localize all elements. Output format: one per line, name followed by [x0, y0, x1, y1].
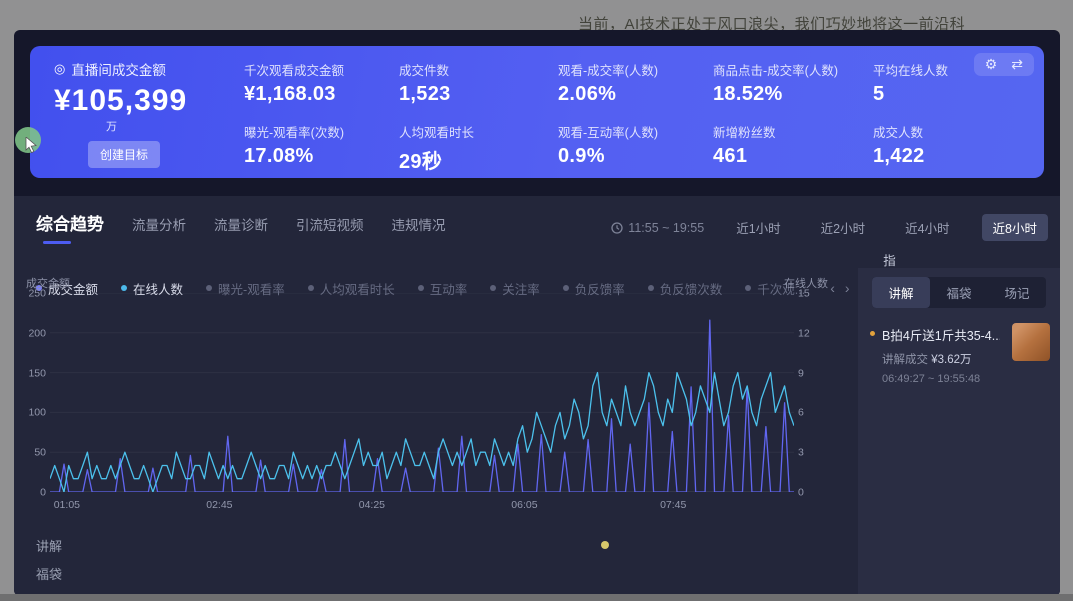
- legend-dot: [418, 285, 424, 291]
- dashboard-panel: ◎ 直播间成交金额 ¥105,399 万 创建目标 千次观看成交金额 ¥1,16…: [14, 30, 1060, 596]
- x-axis-tick-label: 07:45: [660, 499, 686, 511]
- axis-tick-label: 200: [28, 327, 46, 339]
- kpi-column: 平均在线人数 5 成交人数 1,422: [873, 60, 1025, 168]
- side-panel-tabs: 讲解 福袋 场记: [872, 277, 1046, 308]
- legend-dot: [121, 285, 127, 291]
- kpi-main-unit: 万: [106, 118, 244, 134]
- x-axis-tick-label: 01:05: [54, 499, 80, 511]
- left-axis-ticks: 050100150200250: [14, 293, 46, 492]
- swap-icon[interactable]: ⇄: [1011, 56, 1023, 73]
- kpi-metric: 成交件数 1,523: [399, 60, 551, 106]
- kpi-metric: 观看-互动率(人数) 0.9%: [558, 122, 710, 168]
- time-range-row: 11:55 ~ 19:55 近1小时 近2小时 近4小时 近8小时: [611, 214, 1048, 241]
- kpi-metric: 观看-成交率(人数) 2.06%: [558, 60, 710, 106]
- axis-tick-label: 50: [34, 447, 46, 459]
- trend-chart: [50, 293, 794, 492]
- x-axis-tick-label: 06:05: [511, 499, 537, 511]
- gear-icon[interactable]: ⚙: [985, 56, 998, 73]
- right-axis-ticks: 03691215: [798, 293, 828, 492]
- axis-tick-label: 9: [798, 367, 804, 379]
- legend-dot: [745, 285, 751, 291]
- product-deal-value: ¥3.62万: [931, 354, 971, 366]
- legend-prev-icon[interactable]: ‹: [830, 280, 835, 296]
- axis-tick-label: 0: [798, 487, 804, 499]
- kpi-column: 商品点击-成交率(人数) 18.52% 新增粉丝数 461: [713, 60, 865, 168]
- kpi-column: 成交件数 1,523 人均观看时长 29秒: [399, 60, 551, 174]
- kpi-metric: 商品点击-成交率(人数) 18.52%: [713, 60, 865, 106]
- tab-traffic-diagnosis[interactable]: 流量诊断: [214, 214, 268, 243]
- side-panel: 讲解 福袋 场记 B拍4斤送1斤共35-4... 讲解成交 ¥3.62万 06:…: [858, 268, 1060, 596]
- kpi-panel: ◎ 直播间成交金额 ¥105,399 万 创建目标 千次观看成交金额 ¥1,16…: [30, 46, 1044, 178]
- clock-icon: [611, 222, 623, 234]
- mouse-pointer-icon: [25, 137, 39, 153]
- legend-dot: [206, 285, 212, 291]
- kpi-metric: 曝光-观看率(次数) 17.08%: [244, 122, 396, 168]
- bullet-dot-icon: [870, 331, 875, 336]
- product-time-range: 06:49:27 ~ 19:55:48: [882, 373, 1050, 385]
- kpi-metric: 千次观看成交金额 ¥1,168.03: [244, 60, 396, 106]
- tab-composite-trend[interactable]: 综合趋势: [36, 210, 104, 244]
- screen: 当前，AI技术正处于风口浪尖，我们巧妙地将这一前沿科 ◎ 直播间成交金额 ¥10…: [0, 0, 1073, 601]
- kpi-column: 观看-成交率(人数) 2.06% 观看-互动率(人数) 0.9%: [558, 60, 710, 168]
- explain-event-marker[interactable]: [601, 541, 609, 549]
- side-tab-explain[interactable]: 讲解: [872, 277, 930, 308]
- side-tab-lucky-bag[interactable]: 福袋: [930, 277, 988, 308]
- legend-dot: [308, 285, 314, 291]
- legend-next-icon[interactable]: ›: [845, 280, 850, 296]
- legend-pager: ‹ ›: [830, 280, 849, 296]
- chart-canvas: [50, 293, 794, 492]
- kpi-main-label: 直播间成交金额: [71, 59, 166, 79]
- tab-violations[interactable]: 违规情况: [392, 214, 446, 243]
- legend-dot: [648, 285, 654, 291]
- kpi-metric: 成交人数 1,422: [873, 122, 1025, 168]
- track-label-lucky-bag: 福袋: [36, 564, 62, 583]
- tab-short-video[interactable]: 引流短视频: [296, 214, 364, 243]
- axis-tick-label: 12: [798, 327, 810, 339]
- series-line-right: [50, 373, 794, 492]
- axis-tick-label: 0: [40, 487, 46, 499]
- kpi-main-metric: ◎ 直播间成交金额 ¥105,399 万 创建目标: [54, 59, 244, 168]
- side-tab-scene-log[interactable]: 场记: [988, 277, 1046, 308]
- range-4h-button[interactable]: 近4小时: [897, 214, 957, 241]
- product-title: B拍4斤送1斤共35-4...: [882, 325, 1000, 344]
- tab-traffic-analysis[interactable]: 流量分析: [132, 214, 186, 243]
- cursor-highlight: [15, 127, 41, 153]
- explained-product-item[interactable]: B拍4斤送1斤共35-4... 讲解成交 ¥3.62万 06:49:27 ~ 1…: [874, 325, 1050, 385]
- legend-dot: [563, 285, 569, 291]
- range-1h-button[interactable]: 近1小时: [728, 214, 788, 241]
- axis-tick-label: 3: [798, 447, 804, 459]
- kpi-main-value: ¥105,399: [54, 84, 244, 118]
- range-2h-button[interactable]: 近2小时: [813, 214, 873, 241]
- kpi-metric: 人均观看时长 29秒: [399, 122, 551, 174]
- create-goal-button[interactable]: 创建目标: [88, 141, 160, 168]
- product-thumbnail: [1012, 323, 1050, 361]
- x-axis-tick-label: 02:45: [206, 499, 232, 511]
- axis-tick-label: 15: [798, 288, 810, 300]
- axis-tick-label: 100: [28, 407, 46, 419]
- target-icon: ◎: [54, 61, 65, 77]
- axis-tick-label: 250: [28, 288, 46, 300]
- bottom-edge: [0, 594, 1073, 601]
- kpi-column: 千次观看成交金额 ¥1,168.03 曝光-观看率(次数) 17.08%: [244, 60, 396, 168]
- legend-dot: [490, 285, 496, 291]
- kpi-actions: ⚙ ⇄: [974, 53, 1034, 76]
- section-tabs: 综合趋势 流量分析 流量诊断 引流短视频 违规情况: [36, 210, 446, 244]
- track-label-explain: 讲解: [36, 536, 62, 555]
- x-axis-ticks: 01:05 02:45 04:25 06:05 07:45: [50, 499, 794, 513]
- range-8h-button[interactable]: 近8小时: [982, 214, 1048, 241]
- axis-tick-label: 6: [798, 407, 804, 419]
- kpi-metric: 新增粉丝数 461: [713, 122, 865, 168]
- x-axis-tick-label: 04:25: [359, 499, 385, 511]
- axis-tick-label: 150: [28, 367, 46, 379]
- time-range-label: 11:55 ~ 19:55: [611, 221, 704, 235]
